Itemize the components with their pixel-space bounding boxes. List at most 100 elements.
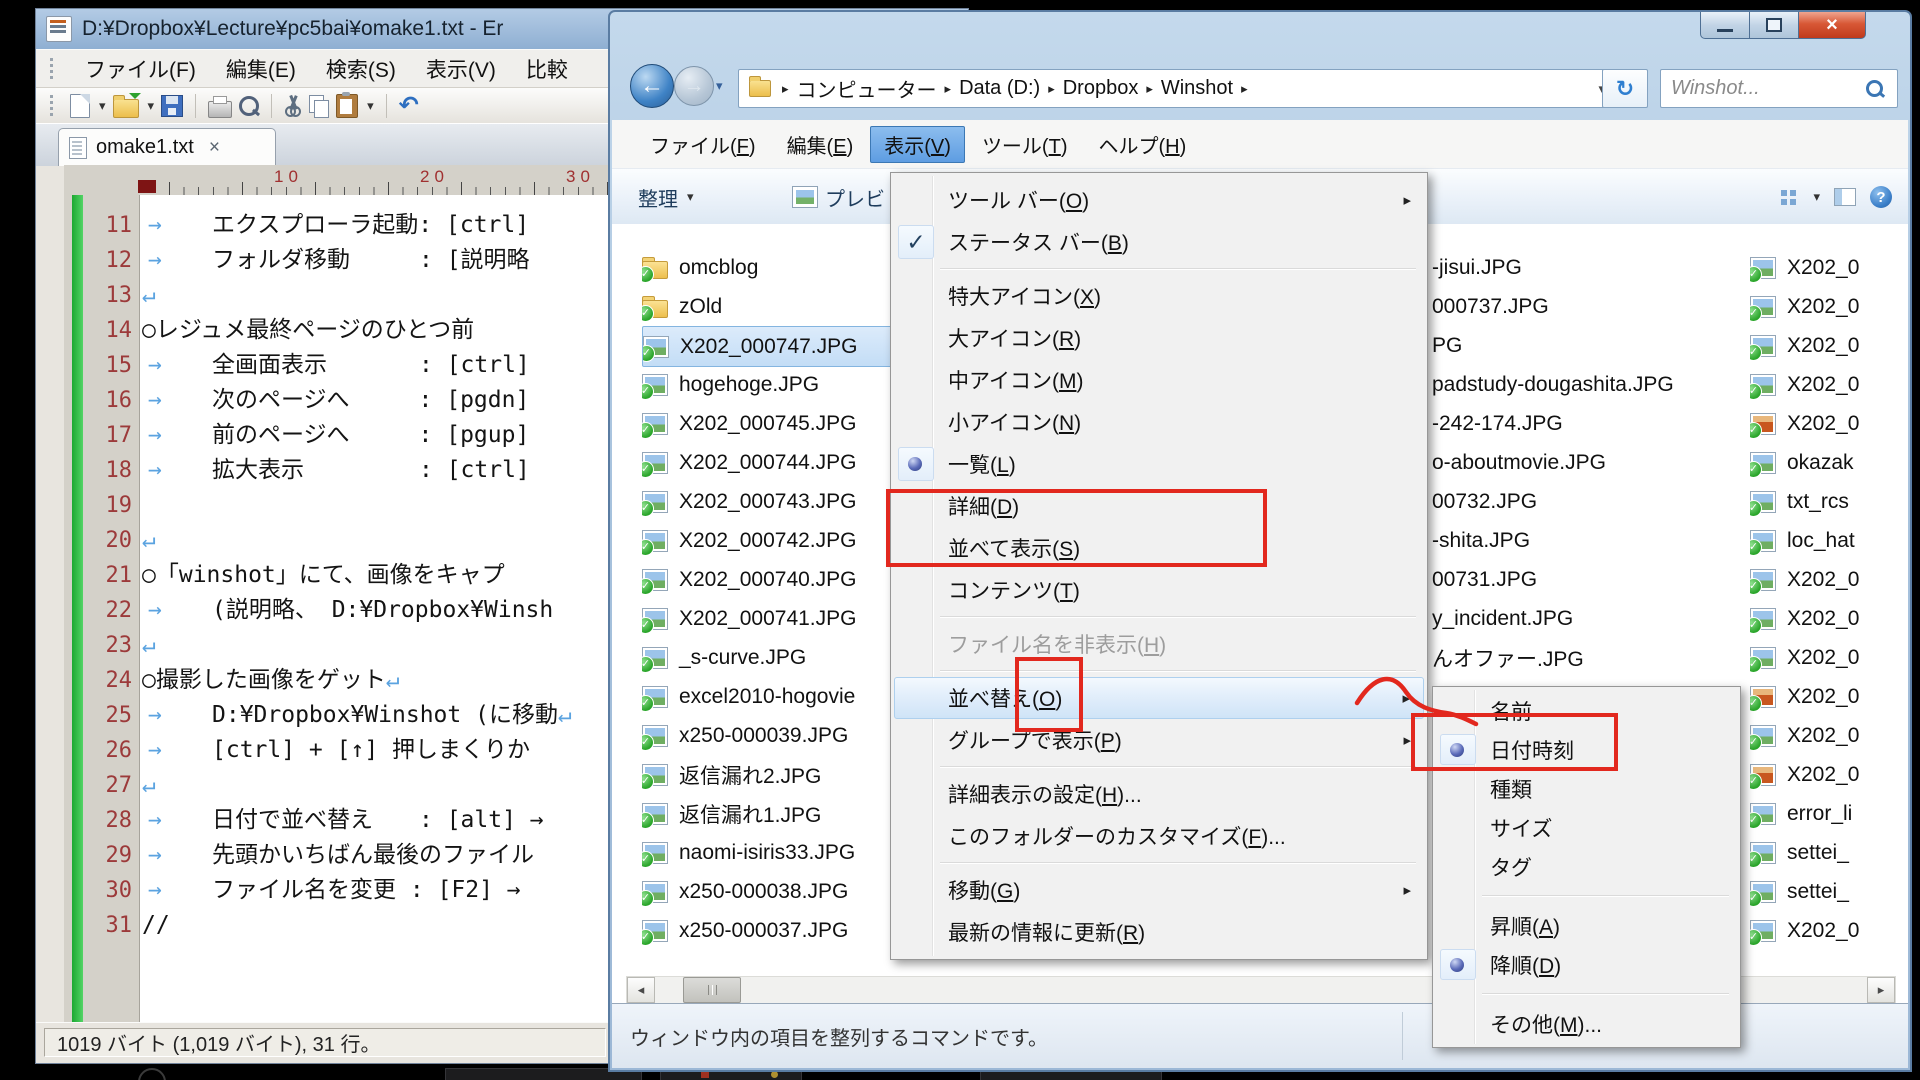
menu-item[interactable]: 種類 [1436, 769, 1737, 808]
copy-icon[interactable] [309, 95, 329, 117]
menu-item[interactable]: 最新の情報に更新(R) [894, 911, 1424, 953]
list-item[interactable]: ✓X202_0 [1750, 287, 1908, 326]
forward-button[interactable]: → [674, 66, 714, 106]
new-file-icon[interactable] [70, 94, 90, 118]
menu-item[interactable]: グループで表示(P)▸ [894, 719, 1424, 761]
open-file-icon[interactable] [113, 99, 139, 118]
print-icon[interactable] [208, 101, 232, 118]
back-button[interactable]: ← [630, 64, 674, 108]
list-item[interactable]: 00732.JPG [1432, 482, 1762, 521]
menu-item[interactable]: 移動(G)▸ [894, 869, 1424, 911]
list-item[interactable]: -shita.JPG [1432, 521, 1762, 560]
list-item[interactable]: ✓okazak [1750, 443, 1908, 482]
menu-item[interactable]: 詳細表示の設定(H)... [894, 773, 1424, 815]
paste-icon[interactable] [336, 94, 358, 118]
editor-menu-item[interactable]: 表示(V) [411, 52, 511, 86]
cut-icon[interactable] [284, 95, 302, 117]
menu-item[interactable]: 並べ替え(O)▸ [894, 677, 1424, 719]
start-orb[interactable] [138, 1068, 166, 1080]
menu-item[interactable]: 並べて表示(S) [894, 527, 1424, 569]
list-item[interactable]: ✓X202_0 [1750, 560, 1908, 599]
list-item[interactable]: 00731.JPG [1432, 560, 1762, 599]
list-item[interactable]: ✓X202_000747.JPG [642, 326, 932, 367]
views-dropdown-icon[interactable]: ▾ [1813, 189, 1820, 205]
paste-dropdown-icon[interactable]: ▾ [367, 98, 374, 114]
list-item[interactable]: ✓X202_0 [1750, 404, 1908, 443]
list-item[interactable]: padstudy-dougashita.JPG [1432, 365, 1762, 404]
preview-pane-icon[interactable] [1834, 188, 1856, 206]
scrollbar-thumb[interactable] [683, 977, 741, 1003]
breadcrumb-item[interactable]: Data (D:) [953, 77, 1046, 100]
refresh-button[interactable]: ↻ [1602, 69, 1648, 108]
list-item[interactable]: PG [1432, 326, 1762, 365]
explorer-menu-item[interactable]: ツール(T) [968, 126, 1082, 163]
menu-item[interactable]: 一覧(L) [894, 443, 1424, 485]
maximize-button[interactable] [1750, 12, 1798, 39]
new-file-dropdown-icon[interactable]: ▾ [99, 98, 106, 114]
menu-item[interactable]: その他(M)... [1436, 1004, 1737, 1043]
list-item[interactable]: y_incident.JPG [1432, 599, 1762, 638]
scroll-right-icon[interactable]: ▸ [1867, 977, 1895, 1003]
tab-close-icon[interactable]: × [209, 137, 220, 159]
menu-item[interactable]: ツール バー(O)▸ [894, 179, 1424, 221]
search-icon[interactable] [239, 96, 259, 116]
history-dropdown-icon[interactable]: ▾ [716, 78, 723, 94]
menu-item[interactable]: 詳細(D) [894, 485, 1424, 527]
list-item[interactable]: ✓error_li [1750, 794, 1908, 833]
save-icon[interactable] [161, 95, 183, 117]
views-icon[interactable] [1781, 190, 1797, 205]
menu-item[interactable]: 中アイコン(M) [894, 359, 1424, 401]
breadcrumb-item[interactable]: コンピューター [791, 74, 943, 103]
list-item[interactable]: -jisui.JPG [1432, 248, 1762, 287]
menu-item[interactable]: タグ [1436, 847, 1737, 886]
list-item[interactable]: ✓X202_0 [1750, 365, 1908, 404]
menu-item[interactable]: ✓ステータス バー(B) [894, 221, 1424, 263]
list-item[interactable]: んオファー.JPG [1432, 638, 1762, 677]
preview-button[interactable]: プレビ [780, 177, 897, 218]
list-item[interactable]: ✓txt_rcs [1750, 482, 1908, 521]
breadcrumb-item[interactable]: Winshot [1155, 77, 1239, 100]
help-icon[interactable]: ? [1870, 186, 1892, 208]
list-item[interactable]: ✓loc_hat [1750, 521, 1908, 560]
list-item[interactable]: ✓X202_0 [1750, 677, 1908, 716]
list-item[interactable]: ✓X202_0 [1750, 599, 1908, 638]
list-item[interactable]: ✓X202_0 [1750, 248, 1908, 287]
menu-item[interactable]: 降順(D) [1436, 945, 1737, 984]
search-icon[interactable] [1866, 80, 1883, 97]
ruler-margin-marker[interactable] [138, 180, 156, 193]
list-item[interactable]: ✓X202_0 [1750, 638, 1908, 677]
menu-item[interactable]: サイズ [1436, 808, 1737, 847]
search-box[interactable]: Winshot... [1660, 69, 1898, 108]
menu-item[interactable]: 特大アイコン(X) [894, 275, 1424, 317]
menu-item[interactable]: 大アイコン(R) [894, 317, 1424, 359]
minimize-button[interactable] [1700, 12, 1750, 39]
list-item[interactable]: ✓X202_0 [1750, 755, 1908, 794]
menu-item[interactable]: 昇順(A) [1436, 906, 1737, 945]
menu-item[interactable]: ファイル名を非表示(H) [894, 623, 1424, 665]
list-item[interactable]: ✓settei_ [1750, 872, 1908, 911]
explorer-menu-item[interactable]: 編集(E) [773, 126, 868, 163]
explorer-menu-item[interactable]: ヘルプ(H) [1085, 126, 1201, 163]
undo-icon[interactable]: ↶ [399, 96, 419, 116]
breadcrumb-item[interactable]: Dropbox [1057, 77, 1145, 100]
address-bar[interactable]: ▸コンピューター▸Data (D:)▸Dropbox▸Winshot▸ ▾ [738, 69, 1616, 108]
list-item[interactable]: ✓X202_0 [1750, 326, 1908, 365]
editor-menu-item[interactable]: 検索(S) [311, 52, 411, 86]
menu-item[interactable]: このフォルダーのカスタマイズ(F)... [894, 815, 1424, 857]
list-item[interactable]: o-aboutmovie.JPG [1432, 443, 1762, 482]
organize-button[interactable]: 整理▾ [626, 177, 706, 218]
menu-item[interactable]: コンテンツ(T) [894, 569, 1424, 611]
editor-menu-item[interactable]: 比較 [511, 52, 583, 86]
list-item[interactable]: ✓settei_ [1750, 833, 1908, 872]
list-item[interactable]: ✓X202_0 [1750, 716, 1908, 755]
explorer-menu-item[interactable]: ファイル(F) [636, 126, 770, 163]
list-item[interactable]: -242-174.JPG [1432, 404, 1762, 443]
open-file-dropdown-icon[interactable]: ▾ [148, 98, 155, 114]
list-item[interactable]: ✓X202_0 [1750, 911, 1908, 950]
close-button[interactable]: × [1798, 12, 1866, 39]
menu-item[interactable]: 小アイコン(N) [894, 401, 1424, 443]
explorer-menu-view[interactable]: 表示(V) [870, 126, 965, 163]
editor-menu-item[interactable]: 編集(E) [211, 52, 311, 86]
menu-item[interactable]: 日付時刻 [1436, 730, 1737, 769]
editor-menu-item[interactable]: ファイル(F) [70, 52, 211, 86]
